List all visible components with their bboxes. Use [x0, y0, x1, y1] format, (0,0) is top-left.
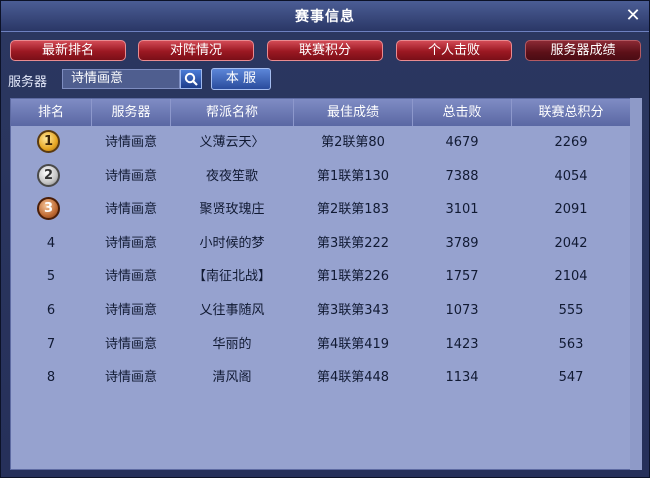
tab-latest-ranking[interactable]: 最新排名: [10, 40, 126, 61]
cell-guild: 乂往事随风: [199, 303, 265, 318]
cell-rank: 5: [46, 269, 56, 285]
server-label: 服务器: [8, 75, 48, 90]
table-row[interactable]: 4 诗情画意 小时候的梦 第3联第222 3789 2042: [11, 227, 641, 260]
cell-kills: 3789: [445, 235, 479, 251]
cell-best: 第1联第130: [316, 168, 390, 184]
table-row[interactable]: 8 诗情画意 清风阁 第4联第448 1134 547: [11, 361, 641, 394]
rank-medal-cell: 3: [11, 193, 91, 226]
cell-kills: 1073: [445, 303, 479, 318]
column-header-points: 联赛总积分: [538, 105, 604, 120]
column-header-kills: 总击败: [413, 99, 512, 126]
results-table: 排名 服务器 帮派名称 最佳成绩 总击败 联赛总积分 1 诗情画意 义薄云天〉 第2联…: [10, 98, 642, 470]
cell-server: 诗情画意: [104, 235, 157, 251]
cell-points: 2269: [554, 135, 588, 150]
gold-medal-icon: 1: [37, 130, 60, 153]
search-icon[interactable]: [180, 69, 202, 89]
column-header-guild: 帮派名称: [171, 99, 294, 126]
tab-matchups[interactable]: 对阵情况: [138, 40, 254, 61]
scrollbar[interactable]: [630, 98, 642, 470]
cell-rank: 4: [46, 235, 56, 251]
table-row[interactable]: 5 诗情画意 【南征北战】 第1联第226 1757 2104: [11, 260, 641, 293]
cell-best: 第4联第448: [316, 370, 390, 386]
cell-points: 2104: [554, 269, 588, 285]
cell-server: 诗情画意: [104, 303, 157, 318]
cell-best: 第2联第80: [321, 135, 385, 150]
cell-points: 2091: [554, 202, 588, 218]
cell-best: 第2联第183: [316, 202, 390, 218]
cell-guild: 义薄云天〉: [199, 135, 265, 150]
server-filter: 服务器 诗情画意 本 服: [8, 68, 308, 92]
table-row[interactable]: 6 诗情画意 乂往事随风 第3联第343 1073 555: [11, 294, 641, 327]
table-row[interactable]: 3 诗情画意 聚贤玫瑰庄 第2联第183 3101 2091: [11, 193, 641, 226]
cell-rank: 7: [46, 336, 56, 352]
window-title: 赛事信息: [295, 9, 355, 25]
cell-points: 4054: [554, 168, 588, 184]
cell-guild: 小时候的梦: [199, 235, 265, 251]
silver-medal-icon: 2: [37, 163, 60, 187]
local-server-button[interactable]: 本 服: [211, 68, 271, 90]
cell-kills: 3101: [445, 202, 479, 218]
cell-server: 诗情画意: [104, 269, 157, 285]
rank-medal-cell: 2: [11, 160, 91, 193]
cell-guild: 聚贤玫瑰庄: [199, 202, 265, 218]
table-header: 排名 服务器 帮派名称 最佳成绩 总击败 联赛总积分: [11, 99, 641, 126]
rank-medal-cell: 1: [11, 126, 91, 159]
cell-points: 547: [558, 370, 584, 386]
bronze-medal-icon: 3: [37, 197, 60, 221]
event-info-window: 赛事信息 ✕ 最新排名 对阵情况 联赛积分 个人击败 服务器成绩 服务器 诗情画…: [0, 0, 650, 478]
close-icon[interactable]: ✕: [623, 6, 643, 26]
tab-league-points[interactable]: 联赛积分: [267, 40, 383, 61]
table-row[interactable]: 2 诗情画意 夜夜笙歌 第1联第130 7388 4054: [11, 160, 641, 193]
cell-server: 诗情画意: [104, 168, 157, 184]
cell-kills: 1423: [445, 336, 479, 352]
tab-bar: 最新排名 对阵情况 联赛积分 个人击败 服务器成绩: [10, 40, 644, 62]
cell-best: 第4联第419: [316, 336, 390, 352]
cell-guild: 清风阁: [212, 370, 252, 386]
tab-server-results[interactable]: 服务器成绩: [525, 40, 641, 61]
cell-server: 诗情画意: [104, 202, 157, 218]
cell-kills: 7388: [445, 168, 479, 184]
cell-points: 555: [558, 303, 584, 318]
column-header-server: 服务器: [92, 99, 171, 126]
cell-points: 2042: [554, 235, 588, 251]
cell-server: 诗情画意: [104, 135, 157, 150]
cell-best: 第3联第343: [316, 303, 390, 318]
cell-kills: 4679: [445, 135, 479, 150]
cell-points: 563: [558, 336, 584, 352]
cell-guild: 华丽的: [212, 336, 252, 352]
cell-best: 第1联第226: [316, 269, 390, 285]
cell-kills: 1757: [445, 269, 479, 285]
table-row[interactable]: 7 诗情画意 华丽的 第4联第419 1423 563: [11, 328, 641, 361]
column-header-best: 最佳成绩: [294, 99, 413, 126]
cell-server: 诗情画意: [104, 370, 157, 386]
cell-best: 第3联第222: [316, 235, 390, 251]
cell-server: 诗情画意: [104, 336, 157, 352]
title-bar: 赛事信息 ✕: [1, 1, 649, 32]
cell-guild: 夜夜笙歌: [205, 168, 258, 184]
cell-kills: 1134: [445, 370, 479, 386]
column-header-rank: 排名: [11, 99, 92, 126]
server-input[interactable]: 诗情画意: [62, 69, 180, 89]
cell-rank: 6: [46, 303, 56, 318]
table-row[interactable]: 1 诗情画意 义薄云天〉 第2联第80 4679 2269: [11, 126, 641, 159]
tab-personal-kills[interactable]: 个人击败: [396, 40, 512, 61]
cell-guild: 【南征北战】: [192, 269, 271, 285]
cell-rank: 8: [46, 370, 56, 386]
